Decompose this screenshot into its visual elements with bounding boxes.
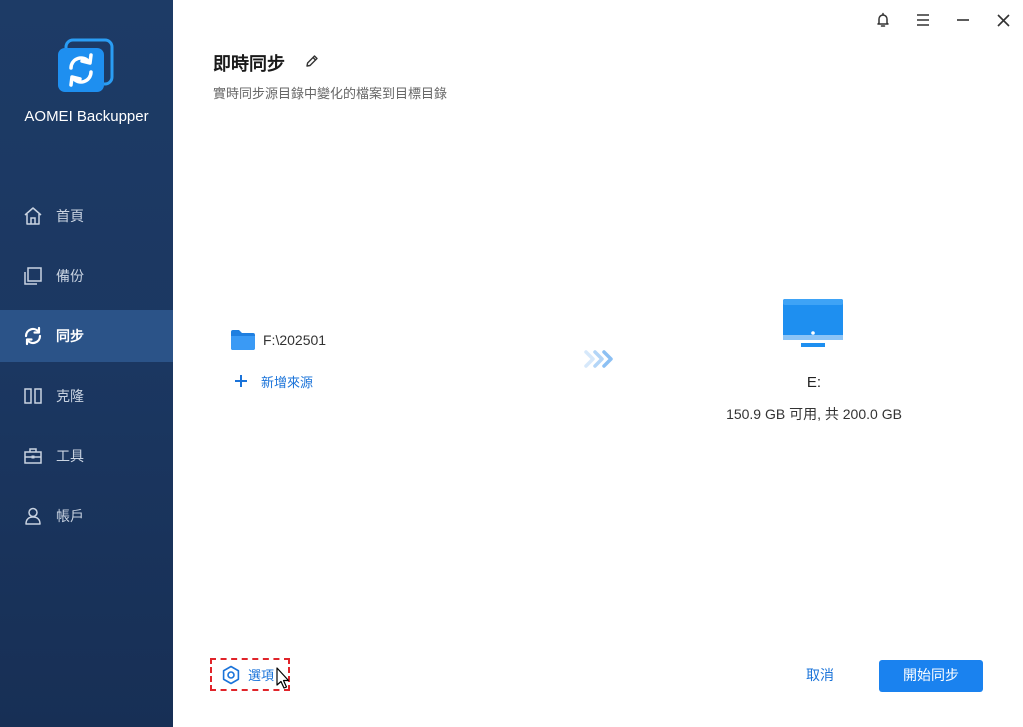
sync-direction-arrow-icon <box>584 350 613 368</box>
sidebar-nav: 首頁 備份 同步 克隆 工具 帳戶 <box>0 190 173 550</box>
plus-icon <box>235 375 247 387</box>
notification-button[interactable] <box>863 0 903 40</box>
page-subtitle: 實時同步源目錄中變化的檔案到目標目錄 <box>213 87 448 102</box>
backup-icon <box>24 267 42 285</box>
clone-icon <box>24 388 42 404</box>
hamburger-menu-icon <box>917 14 929 26</box>
minimize-button[interactable] <box>943 0 983 40</box>
folder-icon <box>231 330 255 350</box>
sidebar-item-tools[interactable]: 工具 <box>0 430 173 482</box>
sidebar-item-label: 帳戶 <box>56 509 84 525</box>
edit-pencil-icon[interactable] <box>304 53 320 69</box>
add-source-button[interactable]: 新增來源 <box>234 370 313 392</box>
source-item[interactable]: F:\202501 <box>230 328 326 352</box>
user-icon <box>25 507 41 525</box>
menu-button[interactable] <box>903 0 943 40</box>
destination-name: E: <box>806 374 822 391</box>
sidebar-item-clone[interactable]: 克隆 <box>0 370 173 422</box>
sidebar: AOMEI Backupper 首頁 備份 同步 克隆 工具 帳戶 <box>0 0 173 727</box>
destination-space: 150.9 GB 可用, 共 200.0 GB <box>726 406 902 422</box>
sidebar-item-home[interactable]: 首頁 <box>0 190 173 242</box>
sidebar-item-label: 備份 <box>56 269 84 285</box>
start-sync-button[interactable]: 開始同步 <box>879 660 983 692</box>
window-controls <box>863 0 1023 40</box>
home-icon <box>24 207 42 225</box>
sidebar-item-backup[interactable]: 備份 <box>0 250 173 302</box>
sidebar-item-label: 工具 <box>56 449 84 465</box>
sidebar-item-label: 首頁 <box>56 209 84 225</box>
sidebar-item-label: 同步 <box>56 329 84 345</box>
toolbox-icon <box>24 448 42 464</box>
gear-icon <box>222 665 240 684</box>
close-button[interactable] <box>983 0 1023 40</box>
aomei-logo-icon <box>58 38 114 92</box>
mouse-cursor-icon <box>276 667 290 689</box>
options-label: 選項 <box>248 669 275 684</box>
minimize-icon <box>957 19 969 21</box>
app-logo <box>0 38 173 108</box>
sidebar-item-sync[interactable]: 同步 <box>0 310 173 362</box>
app-name: AOMEI Backupper <box>24 108 149 125</box>
sync-icon <box>24 326 42 346</box>
sidebar-item-label: 克隆 <box>56 389 84 405</box>
sidebar-item-account[interactable]: 帳戶 <box>0 490 173 542</box>
page-title: 即時同步 <box>213 54 285 75</box>
source-path: F:\202501 <box>263 332 327 348</box>
bell-icon <box>877 12 889 27</box>
add-source-label: 新增來源 <box>261 375 314 391</box>
destination-monitor-icon[interactable] <box>779 296 847 352</box>
close-icon <box>996 13 1010 27</box>
cancel-button[interactable]: 取消 <box>790 662 850 690</box>
